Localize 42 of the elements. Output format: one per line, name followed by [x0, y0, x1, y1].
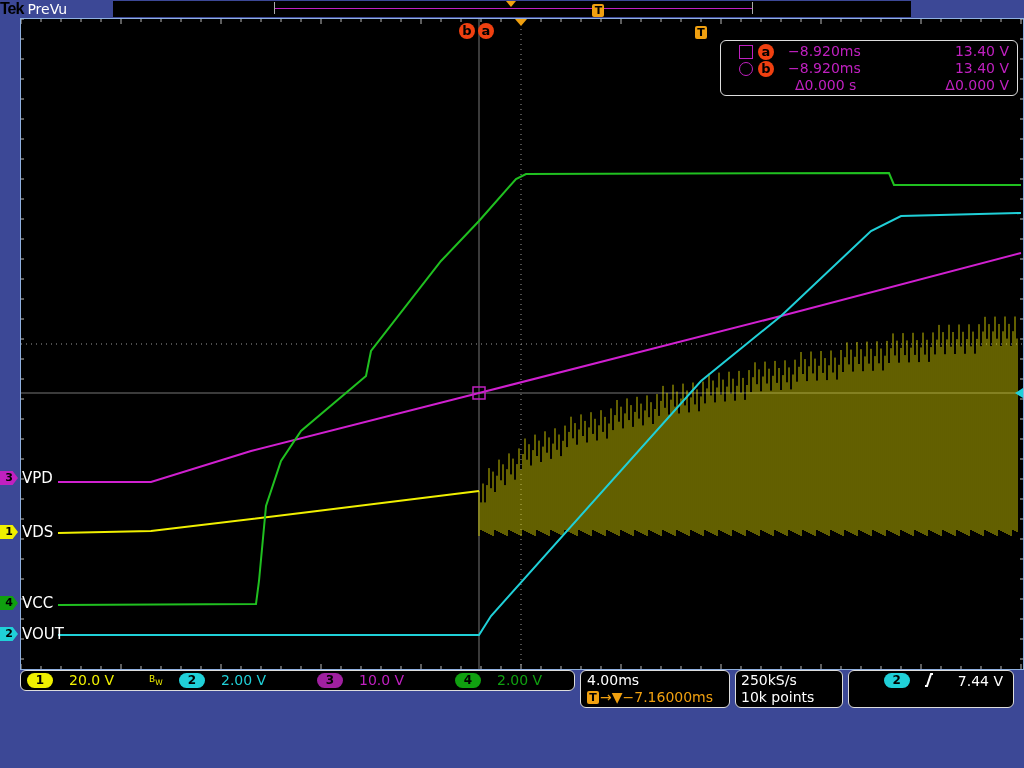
- channel-scale: 20.0 V: [69, 672, 116, 689]
- bandwidth-limit-mark: B$_{W}$: [149, 672, 164, 689]
- cursor-value: 13.40 V: [954, 43, 1009, 60]
- record-length: 10k points: [741, 689, 816, 706]
- delta-time: Δ0.000 s: [795, 77, 858, 94]
- trigger-source-badge[interactable]: 2: [883, 673, 910, 688]
- cursor-badge: b: [758, 60, 774, 77]
- mode-label: PreVu: [27, 1, 69, 17]
- trigger-marker: T: [592, 4, 605, 17]
- channel-label: VPD: [22, 469, 53, 487]
- time-scale: 4.00ms: [587, 672, 641, 689]
- channel-scale: 10.0 V: [359, 672, 406, 689]
- cursor-time: −8.920ms: [788, 43, 862, 60]
- sample-rate: 250kS/s: [741, 672, 798, 689]
- brand-logo: Tek: [0, 1, 24, 17]
- channel-scale: 2.00 V: [221, 672, 268, 689]
- channel-badge[interactable]: 4: [455, 673, 481, 688]
- channel-label: VCC: [22, 594, 54, 612]
- rising-edge-icon: [923, 673, 934, 687]
- delta-value: Δ0.000 V: [945, 77, 1009, 94]
- channel-badge[interactable]: 1: [27, 673, 53, 688]
- channel-badge[interactable]: 2: [179, 673, 205, 688]
- square-cursor-icon: [739, 44, 753, 59]
- channel-marker[interactable]: 1: [0, 525, 18, 539]
- trigger-level: 7.44 V: [957, 673, 1003, 690]
- cursor-badge: a: [758, 43, 774, 60]
- cursor-badge: a: [478, 23, 494, 39]
- channel-scale: 2.00 V: [497, 672, 544, 689]
- trigger-position: →▼−7.16000ms: [600, 689, 714, 706]
- trigger-marker: T: [587, 691, 599, 704]
- trigger-position-icon: [506, 1, 517, 7]
- cursor-time: −8.920ms: [788, 60, 862, 77]
- trigger-position-icon: [515, 19, 527, 26]
- channel-marker[interactable]: 2: [0, 627, 18, 641]
- channel-marker[interactable]: 3: [0, 471, 18, 485]
- channel-marker[interactable]: 4: [0, 596, 18, 610]
- cursor-value: 13.40 V: [954, 60, 1009, 77]
- trigger-marker: T: [695, 26, 707, 39]
- cursor-badge: b: [459, 23, 475, 39]
- channel-label: VDS: [22, 523, 54, 541]
- trigger-level-icon: [1015, 388, 1023, 398]
- channel-label: VOUT: [22, 625, 64, 643]
